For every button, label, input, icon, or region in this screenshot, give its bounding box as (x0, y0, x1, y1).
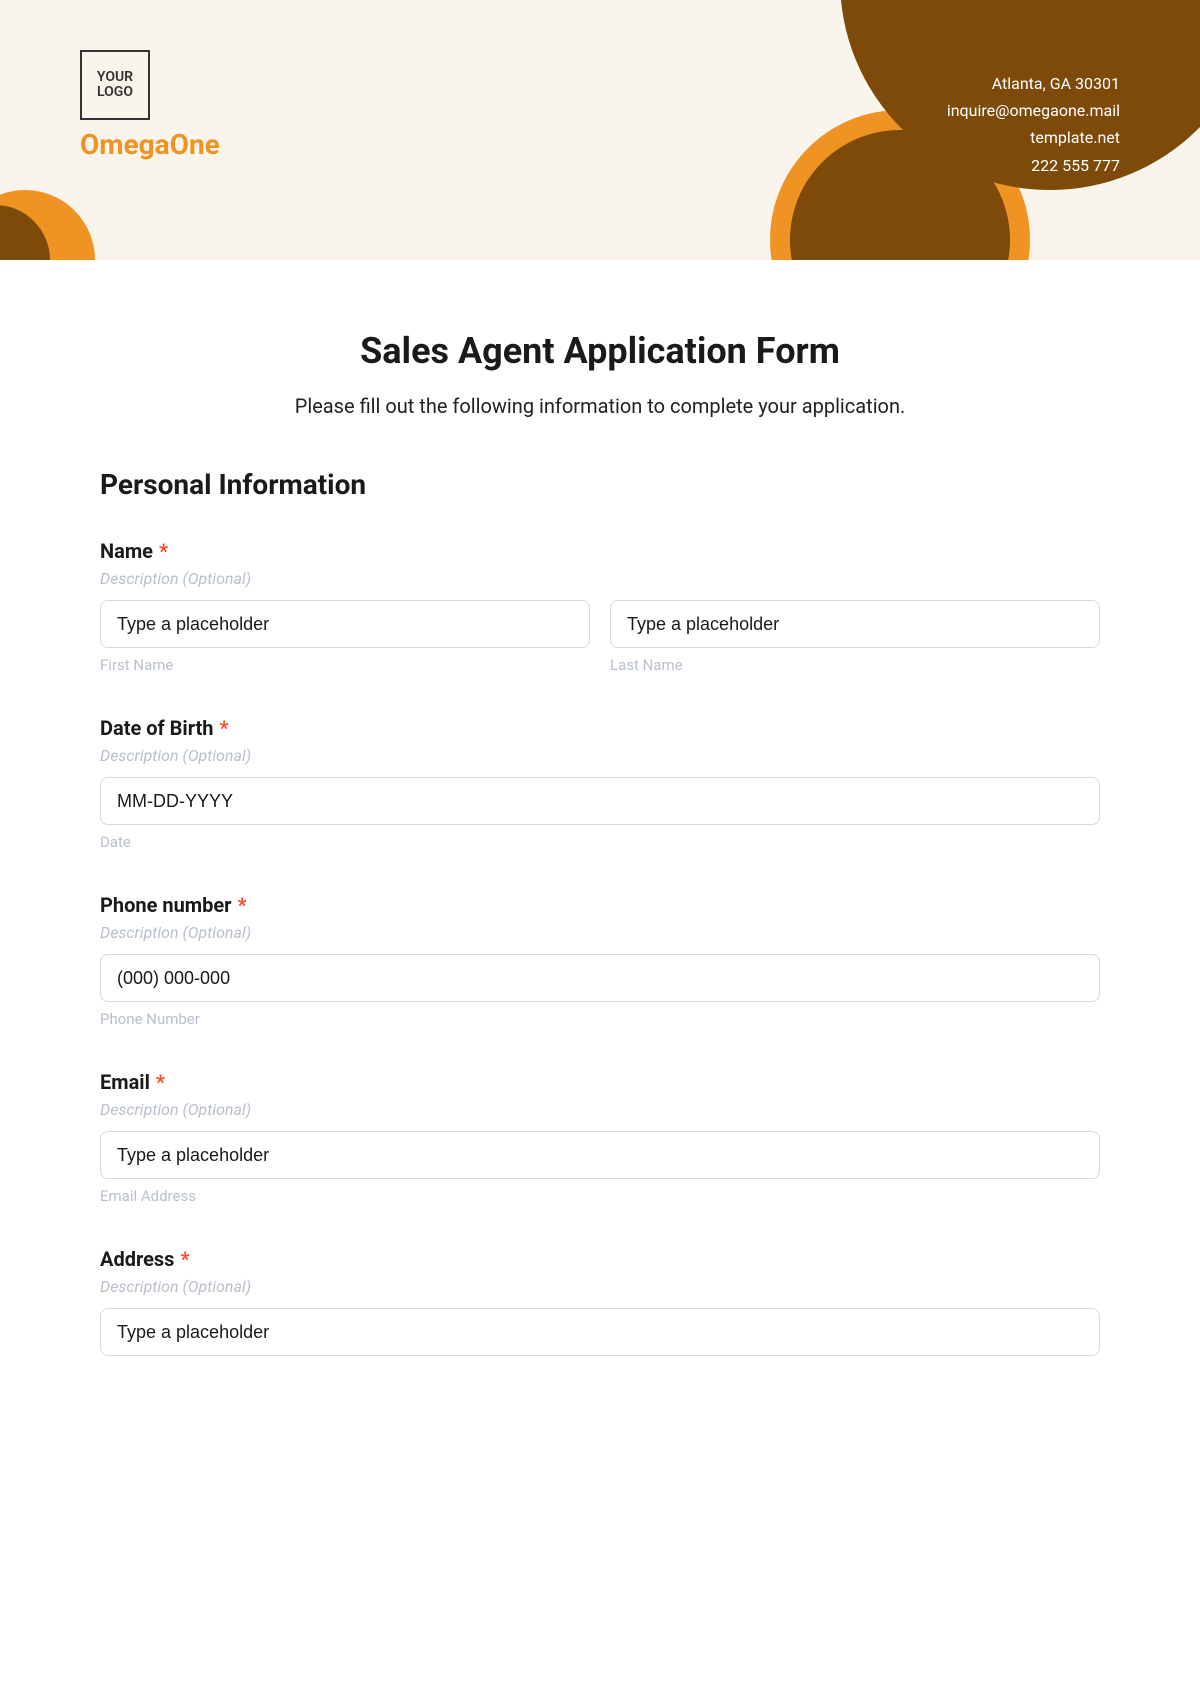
field-label-row: Date of Birth * (100, 716, 1100, 740)
letterhead-header: YOUR LOGO OmegaOne Atlanta, GA 30301 inq… (0, 0, 1200, 260)
company-name: OmegaOne (80, 128, 220, 161)
field-dob: Date of Birth * Description (Optional) D… (100, 716, 1100, 851)
field-label-row: Phone number * (100, 893, 1100, 917)
name-label: Name (100, 539, 153, 563)
logo-text: YOUR LOGO (82, 70, 148, 101)
field-label-row: Name * (100, 539, 1100, 563)
contact-phone: 222 555 777 (947, 152, 1120, 179)
email-input[interactable] (100, 1131, 1100, 1179)
logo-block: YOUR LOGO OmegaOne (80, 50, 220, 161)
dob-description: Description (Optional) (100, 746, 1100, 765)
email-description: Description (Optional) (100, 1100, 1100, 1119)
field-phone: Phone number * Description (Optional) Ph… (100, 893, 1100, 1028)
dob-sublabel: Date (100, 833, 1100, 851)
required-star: * (220, 716, 229, 740)
email-sublabel: Email Address (100, 1187, 1100, 1205)
section-heading-personal: Personal Information (100, 468, 1100, 501)
field-name: Name * Description (Optional) First Name… (100, 539, 1100, 674)
address-label: Address (100, 1247, 174, 1271)
required-star: * (180, 1247, 189, 1271)
page-subtitle: Please fill out the following informatio… (100, 394, 1100, 418)
email-label: Email (100, 1070, 150, 1094)
dob-input[interactable] (100, 777, 1100, 825)
phone-sublabel: Phone Number (100, 1010, 1100, 1028)
first-name-sublabel: First Name (100, 656, 590, 674)
field-label-row: Address * (100, 1247, 1100, 1271)
contact-block: Atlanta, GA 30301 inquire@omegaone.mail … (947, 70, 1120, 179)
contact-website: template.net (947, 124, 1120, 151)
required-star: * (156, 1070, 165, 1094)
address-input[interactable] (100, 1308, 1100, 1356)
field-email: Email * Description (Optional) Email Add… (100, 1070, 1100, 1205)
address-description: Description (Optional) (100, 1277, 1100, 1296)
field-label-row: Email * (100, 1070, 1100, 1094)
contact-email: inquire@omegaone.mail (947, 97, 1120, 124)
first-name-input[interactable] (100, 600, 590, 648)
dob-label: Date of Birth (100, 716, 214, 740)
logo-placeholder: YOUR LOGO (80, 50, 150, 120)
phone-description: Description (Optional) (100, 923, 1100, 942)
field-address: Address * Description (Optional) (100, 1247, 1100, 1356)
required-star: * (237, 893, 246, 917)
phone-input[interactable] (100, 954, 1100, 1002)
address-line: Atlanta, GA 30301 (947, 70, 1120, 97)
last-name-input[interactable] (610, 600, 1100, 648)
name-description: Description (Optional) (100, 569, 1100, 588)
phone-label: Phone number (100, 893, 231, 917)
form-container: Sales Agent Application Form Please fill… (0, 260, 1200, 1356)
required-star: * (159, 539, 168, 563)
last-name-sublabel: Last Name (610, 656, 1100, 674)
page-title: Sales Agent Application Form (100, 330, 1100, 372)
